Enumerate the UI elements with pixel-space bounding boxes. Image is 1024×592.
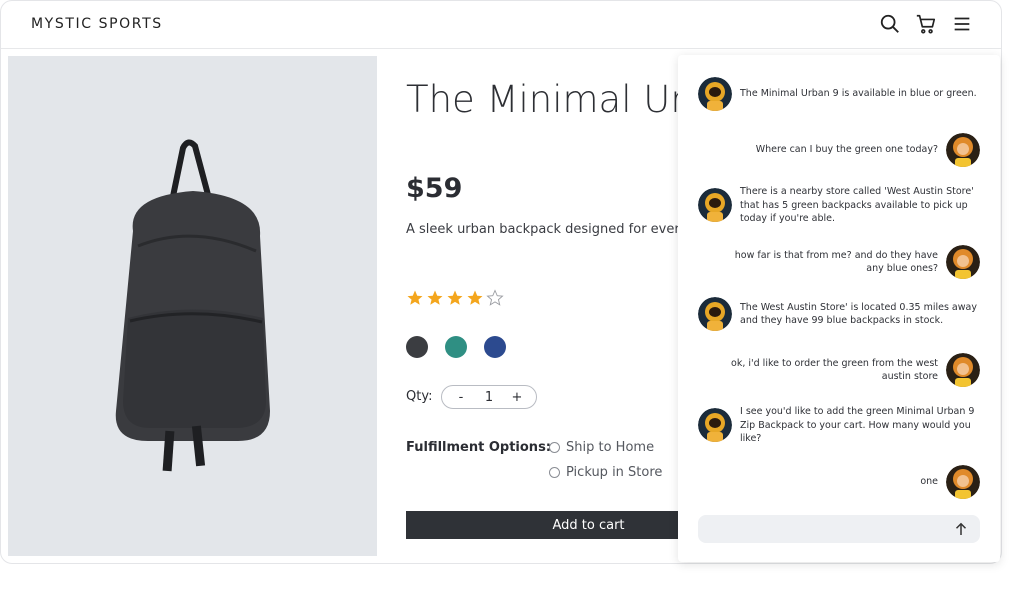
- increment-button[interactable]: +: [510, 390, 524, 405]
- bot-message: I see you'd like to add the green Minima…: [698, 405, 980, 446]
- star-icon: [447, 290, 463, 305]
- product-title: The Minimal Urban 9 Zip Backpack: [406, 79, 706, 121]
- assistant-avatar: [698, 408, 732, 443]
- color-swatch-green[interactable]: [445, 336, 467, 358]
- add-to-cart-label: Add to cart: [552, 517, 625, 533]
- message-text: Where can I buy the green one today?: [755, 144, 938, 156]
- send-arrow-icon[interactable]: [952, 520, 970, 538]
- brand-logo[interactable]: MYSTIC SPORTS: [31, 16, 163, 32]
- quantity-value[interactable]: 1: [479, 390, 499, 405]
- chat-panel: The Minimal Urban 9 is available in blue…: [678, 55, 1000, 562]
- option-label: Ship to Home: [566, 440, 655, 455]
- message-text: ok, i'd like to order the green from the…: [731, 357, 938, 383]
- quantity-stepper: - 1 +: [441, 385, 537, 409]
- product-price: $59: [406, 173, 463, 204]
- message-text: one: [920, 476, 938, 488]
- rating-stars: [406, 289, 504, 307]
- user-avatar: [946, 245, 980, 279]
- star-empty-icon: [486, 289, 504, 306]
- color-swatch-blue[interactable]: [484, 336, 506, 358]
- color-swatch-dark[interactable]: [406, 336, 428, 358]
- message-text: There is a nearby store called 'West Aus…: [740, 186, 974, 224]
- star-icon: [427, 290, 443, 305]
- assistant-avatar: [698, 297, 732, 331]
- message-text: how far is that from me? and do they hav…: [734, 249, 938, 275]
- star-icon: [407, 290, 423, 305]
- user-message: Where can I buy the green one today?: [718, 133, 980, 167]
- user-avatar: [946, 465, 980, 499]
- cart-icon[interactable]: [915, 13, 937, 35]
- user-avatar: [946, 133, 980, 167]
- add-to-cart-button[interactable]: Add to cart: [406, 511, 681, 539]
- decrement-button[interactable]: -: [454, 390, 468, 405]
- chat-input[interactable]: [698, 515, 980, 543]
- fulfillment-label: Fulfillment Options:: [406, 440, 551, 455]
- assistant-avatar: [698, 77, 732, 111]
- ship-to-home-option[interactable]: Ship to Home: [549, 440, 654, 455]
- product-description: A sleek urban backpack designed for ever…: [406, 222, 681, 237]
- user-message: ok, i'd like to order the green from the…: [718, 353, 980, 387]
- assistant-avatar: [698, 188, 732, 223]
- top-navigation: MYSTIC SPORTS: [1, 1, 1001, 49]
- user-avatar: [946, 353, 980, 387]
- color-swatches: [406, 336, 506, 358]
- message-text: I see you'd like to add the green Minima…: [740, 406, 975, 444]
- bot-message: The Minimal Urban 9 is available in blue…: [698, 77, 980, 111]
- menu-icon[interactable]: [951, 13, 973, 35]
- pickup-in-store-option[interactable]: Pickup in Store: [549, 465, 662, 480]
- quantity-label: Qty:: [406, 389, 433, 404]
- bot-message: There is a nearby store called 'West Aus…: [698, 185, 980, 226]
- option-label: Pickup in Store: [566, 465, 663, 480]
- product-image: [8, 56, 377, 556]
- radio-button[interactable]: [549, 467, 560, 478]
- star-icon: [467, 290, 483, 305]
- user-message: how far is that from me? and do they hav…: [718, 245, 980, 279]
- search-icon[interactable]: [879, 13, 901, 35]
- header-actions: [879, 13, 973, 35]
- message-text: The West Austin Store' is located 0.35 m…: [740, 301, 977, 327]
- radio-button[interactable]: [549, 442, 560, 453]
- user-message: one: [718, 465, 980, 499]
- bot-message: The West Austin Store' is located 0.35 m…: [698, 297, 980, 331]
- message-text: The Minimal Urban 9 is available in blue…: [740, 88, 977, 100]
